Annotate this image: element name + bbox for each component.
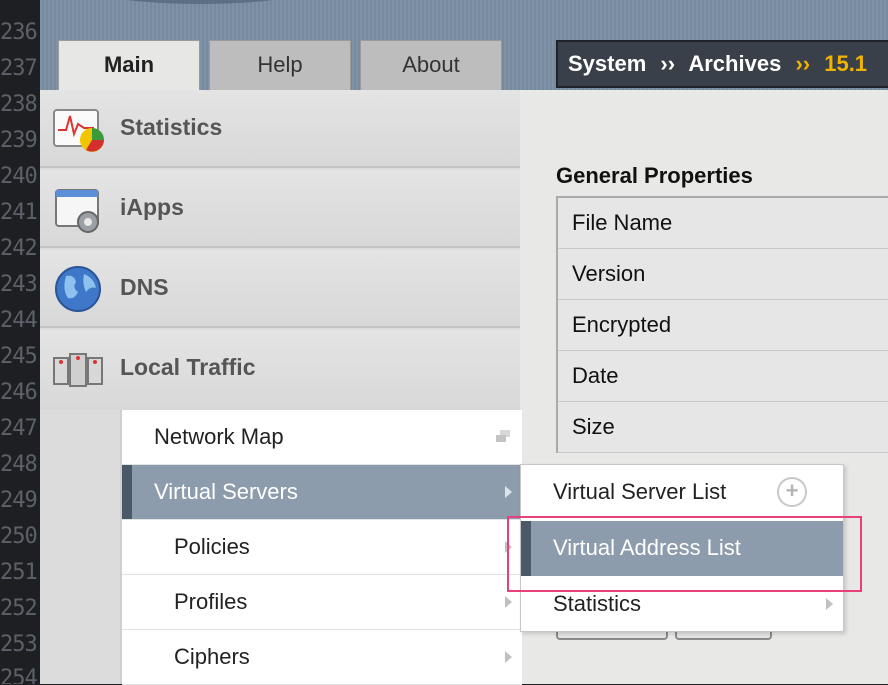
nav-item-dns[interactable]: DNS bbox=[40, 250, 520, 328]
line-number: 237 bbox=[0, 56, 38, 81]
chevron-right-icon bbox=[505, 486, 512, 498]
breadcrumb-item-archives[interactable]: Archives bbox=[688, 51, 781, 76]
submenu-item-virtual-servers[interactable]: Virtual Servers bbox=[122, 465, 522, 520]
virtual-servers-flyout: Virtual Server List + Virtual Address Li… bbox=[520, 464, 844, 632]
line-number: 242 bbox=[0, 236, 38, 261]
line-number: 236 bbox=[0, 20, 38, 45]
flyout-label: Statistics bbox=[553, 591, 642, 616]
submenu-item-network-map[interactable]: Network Map bbox=[122, 410, 522, 465]
tab-main[interactable]: Main bbox=[58, 40, 200, 92]
breadcrumb-separator: ›› bbox=[795, 51, 811, 76]
line-number: 240 bbox=[0, 164, 38, 189]
flyout-item-virtual-server-list[interactable]: Virtual Server List + bbox=[521, 465, 843, 520]
nav-label: Statistics bbox=[120, 114, 223, 140]
line-number: 251 bbox=[0, 560, 38, 585]
line-number: 250 bbox=[0, 524, 38, 549]
submenu-item-ciphers[interactable]: Ciphers bbox=[122, 630, 522, 685]
logo-arc bbox=[100, 0, 300, 4]
flyout-label: Virtual Server List bbox=[553, 479, 727, 504]
iapps-icon bbox=[55, 189, 99, 233]
submenu-item-policies[interactable]: Policies bbox=[122, 520, 522, 575]
nav-label: DNS bbox=[120, 274, 169, 300]
line-number: 252 bbox=[0, 596, 38, 621]
chevron-right-icon bbox=[505, 541, 512, 553]
nav-item-iapps[interactable]: iApps bbox=[40, 170, 520, 248]
local-traffic-submenu: Network Map Virtual Servers Policies Pro… bbox=[120, 410, 522, 685]
submenu-item-profiles[interactable]: Profiles bbox=[122, 575, 522, 630]
statistics-icon bbox=[53, 109, 104, 152]
general-properties-table: File Name Version Encrypted Date Size bbox=[556, 196, 888, 453]
nav-label: Local Traffic bbox=[120, 354, 256, 380]
line-number: 254 bbox=[0, 666, 38, 684]
globe-icon bbox=[55, 266, 101, 312]
line-number: 239 bbox=[0, 128, 38, 153]
flyout-item-statistics[interactable]: Statistics bbox=[521, 577, 843, 632]
breadcrumb-item-system[interactable]: System bbox=[568, 51, 646, 76]
submenu-label: Virtual Servers bbox=[154, 479, 298, 504]
line-number: 243 bbox=[0, 272, 38, 297]
property-row-file-name: File Name bbox=[558, 198, 888, 249]
tab-help[interactable]: Help bbox=[209, 40, 351, 90]
submenu-label: Policies bbox=[174, 534, 250, 559]
chevron-right-icon bbox=[505, 651, 512, 663]
line-number: 248 bbox=[0, 452, 38, 477]
line-number: 253 bbox=[0, 632, 38, 657]
nav-item-local-traffic[interactable]: Local Traffic bbox=[40, 330, 520, 410]
chevron-right-icon bbox=[505, 596, 512, 608]
add-icon[interactable]: + bbox=[777, 477, 807, 507]
submenu-label: Profiles bbox=[174, 589, 248, 614]
line-number: 245 bbox=[0, 344, 38, 369]
flyout-label: Virtual Address List bbox=[553, 535, 741, 560]
tab-about[interactable]: About bbox=[360, 40, 502, 90]
line-number: 247 bbox=[0, 416, 38, 441]
property-row-size: Size bbox=[558, 402, 888, 453]
nav-label: iApps bbox=[120, 194, 184, 220]
line-number: 249 bbox=[0, 488, 38, 513]
flyout-item-virtual-address-list[interactable]: Virtual Address List bbox=[521, 521, 843, 576]
local-traffic-icon bbox=[53, 353, 103, 387]
property-row-version: Version bbox=[558, 249, 888, 300]
line-number: 244 bbox=[0, 308, 38, 333]
breadcrumb-separator: ›› bbox=[660, 51, 676, 76]
submenu-label: Ciphers bbox=[174, 644, 250, 669]
line-number: 246 bbox=[0, 380, 38, 405]
chevron-right-icon bbox=[826, 598, 833, 610]
breadcrumb-item-current: 15.1 bbox=[824, 51, 868, 76]
line-number-gutter: 236 237 238 239 240 241 242 243 244 245 … bbox=[0, 0, 40, 684]
network-map-icon bbox=[496, 430, 510, 442]
nav-item-statistics[interactable]: Statistics bbox=[40, 90, 520, 168]
line-number: 241 bbox=[0, 200, 38, 225]
property-row-date: Date bbox=[558, 351, 888, 402]
line-number: 238 bbox=[0, 92, 38, 117]
breadcrumb: System ›› Archives ›› 15.1 bbox=[556, 40, 888, 88]
general-properties-title: General Properties bbox=[556, 163, 753, 188]
property-row-encrypted: Encrypted bbox=[558, 300, 888, 351]
submenu-label: Network Map bbox=[154, 424, 284, 449]
